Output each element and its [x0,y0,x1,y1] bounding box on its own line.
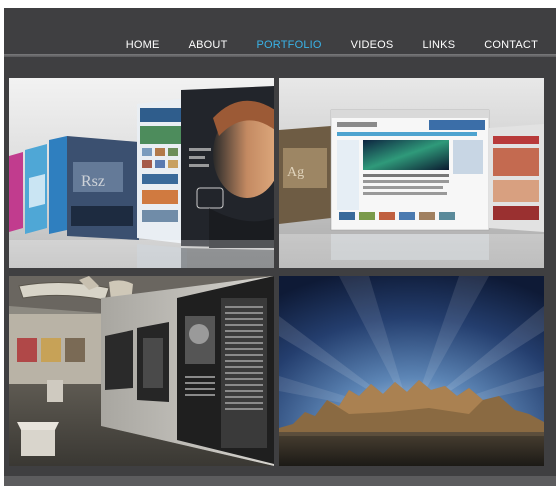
portfolio-thumb-book-covers[interactable]: Rsz [9,78,274,268]
page-frame: HOME ABOUT PORTFOLIO VIDEOS LINKS CONTAC… [4,8,556,486]
footer-bar [4,476,556,486]
portfolio-thumb-gallery-exhibition[interactable] [9,276,274,466]
main-nav: HOME ABOUT PORTFOLIO VIDEOS LINKS CONTAC… [97,39,538,51]
nav-item-links[interactable]: LINKS [422,39,455,51]
svg-text:Ag: Ag [287,165,304,180]
nav-item-contact[interactable]: CONTACT [484,39,538,51]
portfolio-thumb-websites[interactable]: Ag [279,78,544,268]
nav-divider [4,54,556,57]
nav-item-home[interactable]: HOME [126,39,160,51]
nav-item-videos[interactable]: VIDEOS [351,39,394,51]
nav-item-portfolio[interactable]: PORTFOLIO [257,39,322,51]
portfolio-thumb-mountain-landscape[interactable] [279,276,544,466]
svg-text:Rsz: Rsz [81,173,105,190]
nav-item-about[interactable]: ABOUT [189,39,228,51]
header: HOME ABOUT PORTFOLIO VIDEOS LINKS CONTAC… [4,8,556,54]
